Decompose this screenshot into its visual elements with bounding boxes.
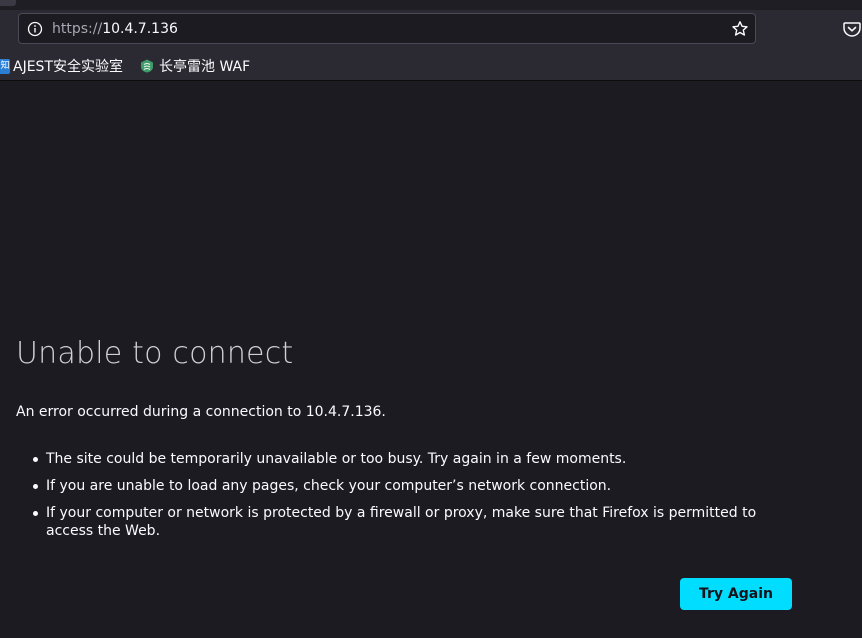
error-description: An error occurred during a connection to… bbox=[16, 404, 386, 420]
bookmarks-toolbar: 知 AJEST安全实验室 长亭雷池 WAF bbox=[0, 51, 862, 81]
list-item-text: The site could be temporarily unavailabl… bbox=[46, 451, 627, 467]
bullet-icon bbox=[33, 484, 38, 489]
pocket-icon[interactable] bbox=[842, 19, 862, 39]
navigation-toolbar: https://10.4.7.136 bbox=[0, 10, 862, 51]
list-item-text: If you are unable to load any pages, che… bbox=[46, 478, 612, 494]
url-scheme: https:// bbox=[52, 21, 103, 37]
bookmark-label: AJEST安全实验室 bbox=[13, 59, 123, 75]
try-again-button[interactable]: Try Again bbox=[680, 578, 792, 610]
error-title: Unable to connect bbox=[16, 336, 294, 371]
url-host: 10.4.7.136 bbox=[102, 21, 178, 37]
info-icon[interactable] bbox=[27, 21, 43, 37]
bookmark-safeline-waf[interactable]: 长亭雷池 WAF bbox=[140, 56, 250, 76]
list-item: If your computer or network is protected… bbox=[16, 504, 806, 540]
error-page: Unable to connect An error occurred duri… bbox=[0, 81, 862, 638]
list-item: The site could be temporarily unavailabl… bbox=[16, 450, 806, 468]
bullet-icon bbox=[33, 457, 38, 462]
url-bar[interactable]: https://10.4.7.136 bbox=[18, 13, 756, 44]
safeline-favicon-icon bbox=[141, 59, 153, 73]
ajest-favicon-icon: 知 bbox=[0, 58, 10, 74]
tab-stub[interactable] bbox=[0, 0, 16, 6]
tab-strip bbox=[0, 0, 862, 10]
bullet-icon bbox=[33, 511, 38, 516]
bookmark-ajest[interactable]: 知 AJEST安全实验室 bbox=[0, 56, 123, 76]
list-item-text: If your computer or network is protected… bbox=[46, 505, 757, 539]
bookmark-star-icon[interactable] bbox=[731, 20, 749, 38]
list-item: If you are unable to load any pages, che… bbox=[16, 477, 806, 495]
error-suggestions-list: The site could be temporarily unavailabl… bbox=[16, 450, 806, 549]
bookmark-label: 长亭雷池 WAF bbox=[159, 59, 251, 75]
url-text[interactable]: https://10.4.7.136 bbox=[52, 20, 178, 38]
